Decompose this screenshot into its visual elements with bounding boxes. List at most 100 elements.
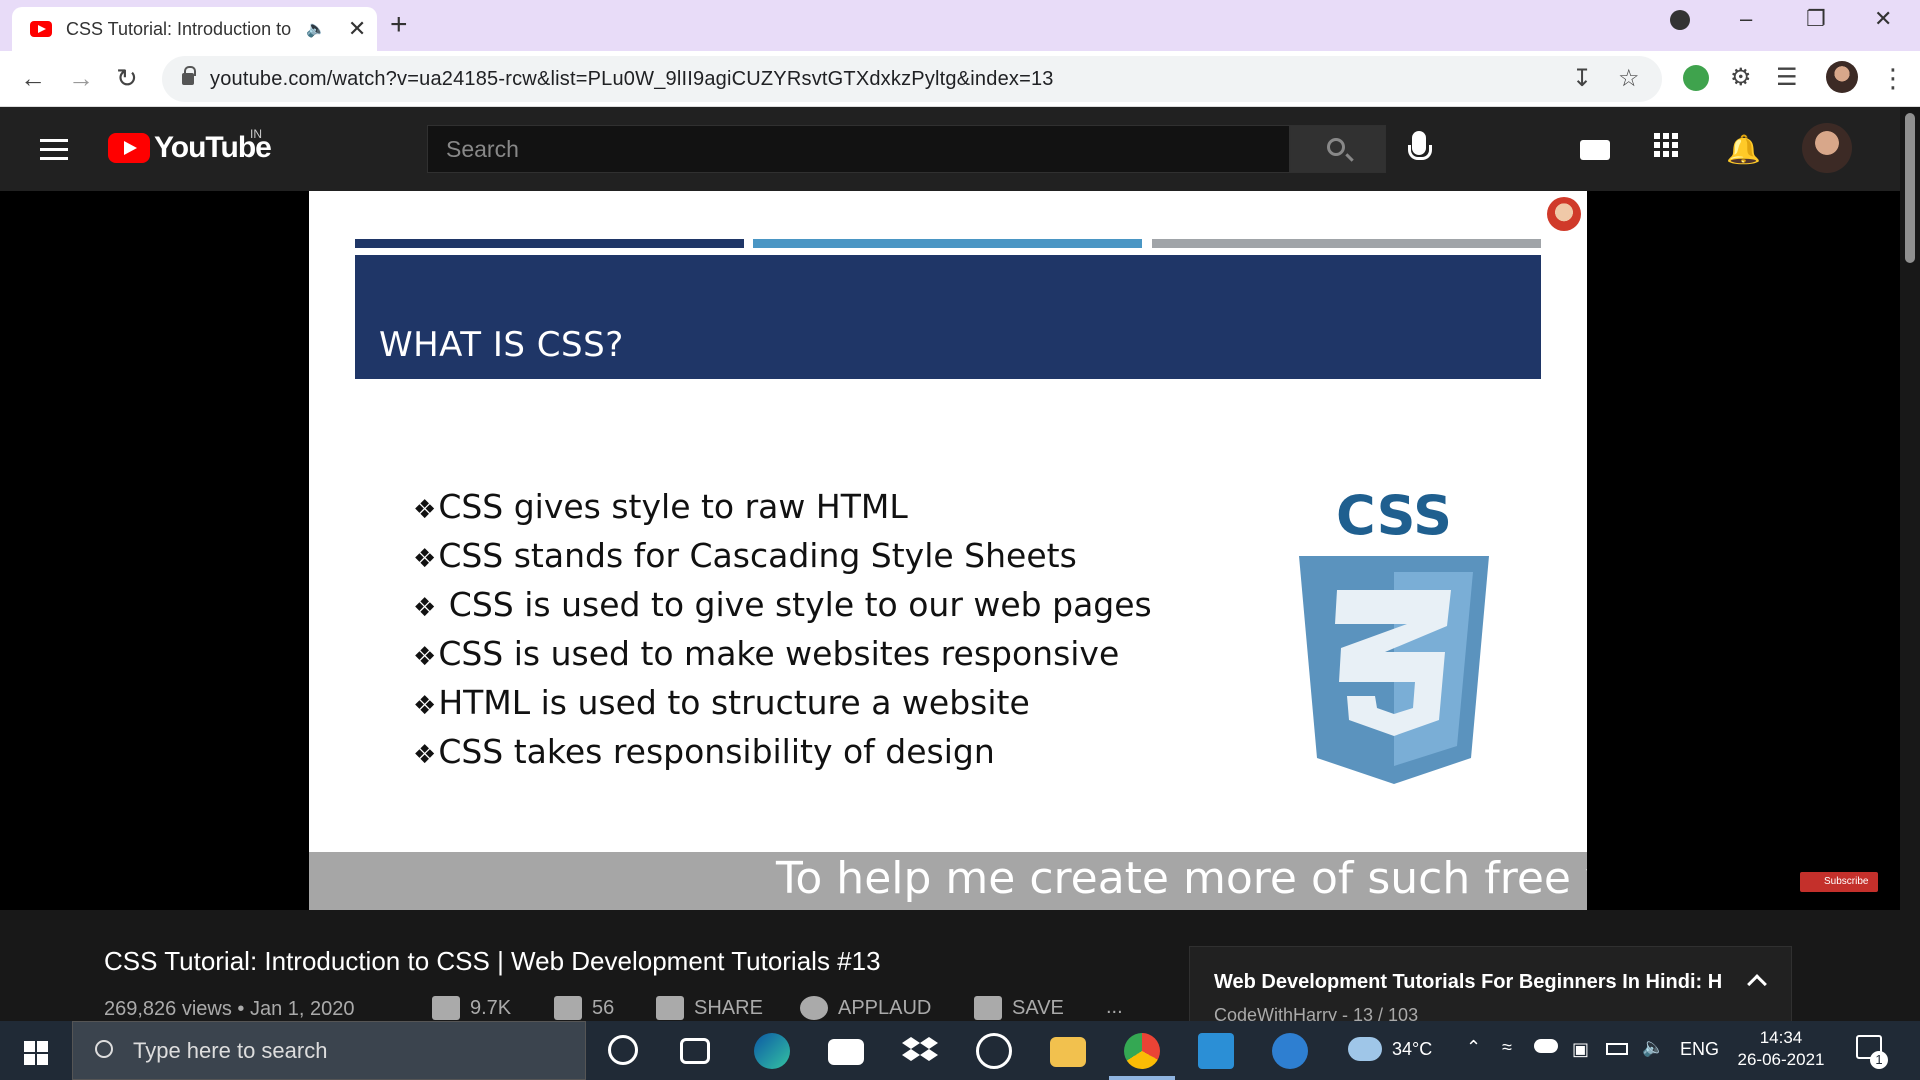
bookmark-star-icon[interactable]: ☆ (1618, 64, 1640, 93)
slide-title-banner: WHAT IS CSS? (355, 255, 1541, 379)
subscribe-badge-label: Subscribe (1824, 876, 1869, 887)
slide-frame: WHAT IS CSS? ❖CSS gives style to raw HTM… (309, 191, 1587, 910)
slide-bullet: ❖CSS stands for Cascading Style Sheets (413, 536, 1077, 575)
slide-bullet: ❖HTML is used to structure a website (413, 683, 1030, 722)
volume-icon[interactable]: 🔈 (1642, 1037, 1664, 1058)
more-actions-icon: ... (1106, 996, 1123, 1018)
profile-menu-icon[interactable] (1670, 10, 1690, 30)
chrome-menu-icon[interactable]: ⋮ (1880, 63, 1906, 94)
search-input[interactable]: Search (427, 125, 1290, 173)
scrollbar-thumb[interactable] (1905, 113, 1915, 263)
thumbs-down-icon (554, 996, 582, 1020)
thumbs-up-icon (432, 996, 460, 1020)
task-view-icon[interactable] (680, 1038, 710, 1064)
install-app-icon[interactable]: ↧ (1572, 64, 1592, 93)
weather-temperature[interactable]: 34°C (1392, 1039, 1432, 1060)
chrome-icon[interactable] (1124, 1033, 1160, 1069)
video-player[interactable]: WHAT IS CSS? ❖CSS gives style to raw HTM… (0, 191, 1900, 910)
playlist-title: Web Development Tutorials For Beginners … (1214, 971, 1723, 993)
search-icon (1327, 138, 1345, 156)
extension-plus-icon[interactable] (1683, 65, 1709, 91)
edge-browser-icon[interactable] (754, 1033, 790, 1069)
save-button[interactable]: SAVE (974, 996, 1064, 1020)
weather-icon[interactable] (1348, 1037, 1382, 1061)
forward-arrow-icon[interactable]: → (68, 63, 94, 94)
taskbar-search-placeholder: Type here to search (133, 1037, 328, 1063)
like-count: 9.7K (470, 996, 512, 1019)
browser-toolbar: ← → ↻ youtube.com/watch?v=ua24185-rcw&li… (0, 51, 1920, 107)
share-label: SHARE (694, 996, 763, 1019)
show-hidden-icons-icon[interactable]: ⌃ (1466, 1037, 1481, 1058)
share-button[interactable]: SHARE (656, 996, 763, 1020)
slide-bullet: ❖CSS takes responsibility of design (413, 732, 995, 771)
slide-bullet: ❖CSS gives style to raw HTML (413, 487, 908, 526)
speaker-icon[interactable]: 🔈 (306, 19, 326, 39)
notifications-bell-icon[interactable]: 🔔 (1726, 133, 1761, 166)
windows-taskbar: Type here to search 34°C ⌃ ≈ ▣ 🔈 ENG 14:… (0, 1021, 1920, 1080)
search-button[interactable] (1290, 125, 1386, 173)
onedrive-icon[interactable] (1534, 1039, 1558, 1053)
video-info-section: CSS Tutorial: Introduction to CSS | Web … (0, 910, 1900, 1036)
windows-start-icon[interactable] (24, 1041, 48, 1065)
address-bar[interactable]: youtube.com/watch?v=ua24185-rcw&list=PLu… (162, 56, 1662, 102)
hamburger-menu-icon[interactable] (40, 139, 68, 161)
applaud-icon (800, 996, 828, 1020)
minimize-button[interactable]: – (1740, 6, 1752, 32)
new-tab-button[interactable]: + (390, 8, 408, 42)
extensions-puzzle-icon[interactable]: ⚙ (1730, 63, 1752, 92)
search-icon (95, 1040, 113, 1058)
slide-heading: WHAT IS CSS? (379, 325, 624, 365)
page-scrollbar[interactable] (1900, 107, 1920, 1021)
account-avatar[interactable] (1802, 123, 1852, 173)
mail-icon[interactable] (828, 1039, 864, 1065)
cortana-icon[interactable] (608, 1035, 638, 1065)
video-title: CSS Tutorial: Introduction to CSS | Web … (104, 946, 881, 976)
channel-watermark-icon (1547, 197, 1581, 231)
apps-grid-icon[interactable] (1654, 133, 1678, 157)
youtube-play-icon (108, 133, 150, 163)
dropbox-icon[interactable] (902, 1033, 938, 1069)
accent-stripe-1 (355, 239, 744, 248)
create-video-icon[interactable] (1580, 140, 1610, 160)
browser-title-bar: CSS Tutorial: Introduction to 🔈 ✕ + – ❐ … (0, 0, 1920, 51)
like-button[interactable]: 9.7K (432, 996, 511, 1020)
accent-stripe-2 (753, 239, 1142, 248)
subscribe-badge[interactable]: Subscribe (1800, 872, 1878, 892)
help-icon[interactable] (1272, 1033, 1308, 1069)
taskbar-search-input[interactable]: Type here to search (72, 1021, 586, 1080)
language-indicator[interactable]: ENG (1680, 1039, 1719, 1060)
restore-button[interactable]: ❐ (1806, 6, 1826, 32)
more-actions-button[interactable]: ... (1106, 996, 1123, 1019)
chevron-up-icon[interactable] (1747, 974, 1767, 994)
file-explorer-icon[interactable] (1050, 1037, 1086, 1067)
applaud-button[interactable]: APPLAUD (800, 996, 931, 1020)
subtitle-text: To help me create more of such free vide… (776, 853, 1587, 904)
network-icon[interactable]: ≈ (1502, 1037, 1512, 1058)
tab-close-icon[interactable]: ✕ (348, 16, 366, 42)
save-playlist-icon (974, 996, 1002, 1020)
taskbar-clock[interactable]: 14:34 26-06-2021 (1736, 1027, 1826, 1071)
microphone-icon[interactable] (1408, 131, 1432, 160)
device-icon[interactable]: ▣ (1572, 1039, 1589, 1060)
clock-time: 14:34 (1759, 1028, 1803, 1047)
browser-tab[interactable]: CSS Tutorial: Introduction to 🔈 ✕ (12, 7, 377, 51)
applaud-label: APPLAUD (838, 996, 932, 1019)
back-arrow-icon[interactable]: ← (20, 63, 46, 94)
clock-date: 26-06-2021 (1737, 1050, 1825, 1069)
youtube-favicon-icon (30, 21, 52, 37)
notification-count: 1 (1870, 1051, 1888, 1069)
close-window-button[interactable]: ✕ (1874, 6, 1892, 32)
reload-icon[interactable]: ↻ (116, 63, 138, 94)
share-icon (656, 996, 684, 1020)
github-desktop-icon[interactable] (976, 1033, 1012, 1069)
slide-bullet: ❖ CSS is used to give style to our web p… (413, 585, 1152, 624)
battery-icon[interactable] (1606, 1043, 1628, 1055)
media-control-icon[interactable]: ☰ (1776, 63, 1798, 92)
country-code: IN (250, 127, 262, 141)
vscode-icon[interactable] (1198, 1033, 1234, 1069)
tab-title: CSS Tutorial: Introduction to (66, 18, 292, 39)
chrome-profile-avatar[interactable] (1826, 61, 1858, 93)
youtube-logo[interactable]: YouTube (108, 131, 272, 165)
css3-logo-icon: CSS (1299, 488, 1489, 784)
dislike-button[interactable]: 56 (554, 996, 614, 1020)
